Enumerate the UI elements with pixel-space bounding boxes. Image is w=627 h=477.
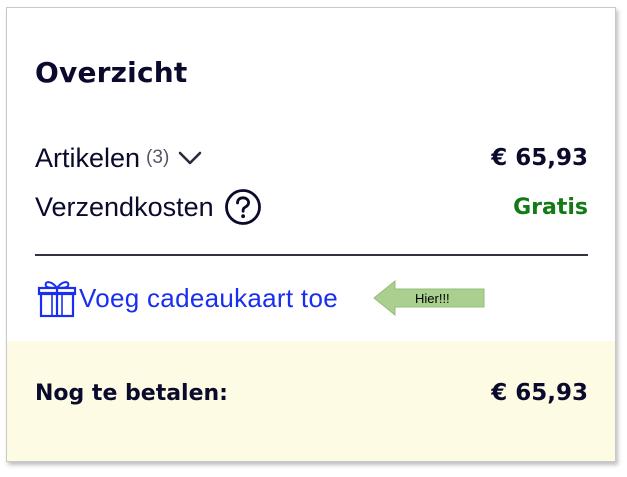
items-count: (3) <box>146 147 170 168</box>
items-label-group: Artikelen (3) <box>35 143 203 174</box>
shipping-row: Verzendkosten Gratis <box>35 188 588 226</box>
shipping-free-value: Gratis <box>513 194 588 220</box>
summary-title: Overzicht <box>35 56 188 89</box>
total-row: Nog te betalen: € 65,93 <box>35 380 588 406</box>
question-circle-icon[interactable] <box>224 188 262 226</box>
items-row: Artikelen (3) € 65,93 <box>35 141 588 175</box>
total-amount: € 65,93 <box>491 380 588 406</box>
divider <box>35 254 588 256</box>
chevron-down-icon[interactable] <box>177 149 203 167</box>
shipping-label: Verzendkosten <box>35 191 214 222</box>
callout-label: Hier!!! <box>415 291 450 306</box>
items-amount: € 65,93 <box>491 145 588 171</box>
add-gift-card-label: Voeg cadeaukaart toe <box>79 282 338 313</box>
add-gift-card-link[interactable]: Voeg cadeaukaart toe <box>37 278 338 318</box>
order-summary-card: Overzicht Artikelen (3) € 65,93 Verzendk… <box>6 7 616 462</box>
shipping-label-group: Verzendkosten <box>35 188 262 226</box>
gift-icon <box>37 278 77 318</box>
items-label: Artikelen <box>35 142 141 173</box>
total-label: Nog te betalen: <box>35 380 228 406</box>
